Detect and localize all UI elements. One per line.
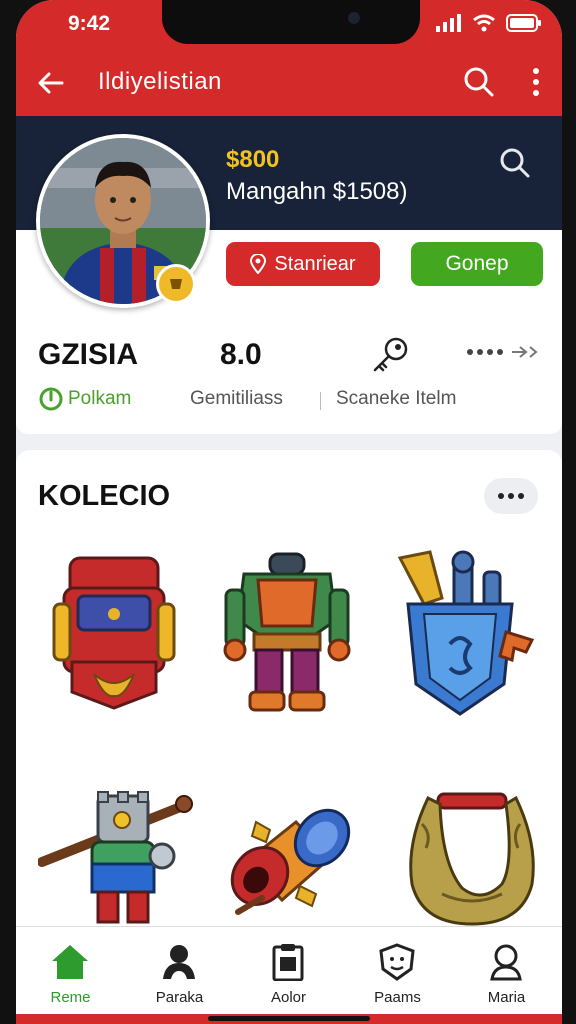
tab-people[interactable]: Paraka: [125, 927, 234, 1015]
signal-icon: [436, 14, 461, 32]
armor-suit-icon[interactable]: [222, 550, 352, 716]
primary-action-button[interactable]: Stanriear: [226, 242, 380, 286]
home-indicator[interactable]: [208, 1016, 370, 1021]
home-indicator-bar: [16, 1014, 562, 1024]
home-icon: [52, 945, 88, 979]
user-circle-icon: [490, 944, 522, 981]
tab-label: Paams: [374, 989, 421, 1006]
level-badge-icon: [156, 264, 196, 304]
stat-label-group: Polkam: [38, 386, 131, 412]
screen: 9:42 Ildiyelistian $800 Mangahn $1508) S…: [16, 0, 562, 1024]
notch: [162, 0, 420, 44]
tab-profile[interactable]: Maria: [452, 927, 561, 1015]
tab-label: Paraka: [155, 989, 204, 1006]
tab-label: Reme: [50, 989, 91, 1006]
stat-value: 8.0: [220, 338, 262, 371]
key-icon[interactable]: [370, 336, 410, 374]
search-icon[interactable]: [462, 65, 496, 99]
camera-icon: [348, 12, 360, 24]
phone-frame: 9:42 Ildiyelistian $800 Mangahn $1508) S…: [0, 0, 576, 1024]
location-pin-icon: [250, 254, 267, 274]
clipboard-icon: [272, 944, 304, 981]
badge-face-icon: [379, 943, 415, 981]
tab-clipboard[interactable]: Aolor: [234, 927, 343, 1015]
status-icons: [436, 14, 542, 32]
profile-subtitle: Mangahn $1508): [226, 178, 408, 205]
knight-warrior-icon[interactable]: [38, 790, 198, 930]
page-title: Ildiyelistian: [98, 68, 222, 95]
backpack-icon[interactable]: [50, 552, 180, 712]
bottom-tab-bar: Reme Paraka Aolor Paams Maria: [16, 926, 562, 1015]
more-arrow-icon[interactable]: [466, 340, 546, 364]
more-vertical-icon[interactable]: [524, 65, 548, 99]
tab-label: Aolor: [270, 989, 307, 1006]
status-time: 9:42: [68, 12, 111, 35]
collection-title: KOLECIO: [38, 480, 171, 512]
stat-label: Scaneke Itelm: [336, 388, 457, 409]
primary-action-label: Stanriear: [274, 252, 356, 275]
more-options-button[interactable]: [484, 478, 538, 514]
status-bar: 9:42: [16, 0, 562, 48]
secondary-action-label: Gonep: [445, 252, 509, 275]
battery-icon: [506, 14, 541, 32]
cannon-icon[interactable]: [226, 802, 356, 922]
person-icon: [163, 945, 195, 979]
divider: [320, 392, 321, 410]
app-bar: Ildiyelistian: [16, 48, 562, 116]
tab-label: Maria: [487, 989, 526, 1006]
tab-home[interactable]: Reme: [16, 927, 125, 1015]
power-icon: [39, 387, 63, 411]
coin-balance: $800: [226, 146, 280, 173]
stat-value: GZISIA: [38, 338, 139, 371]
wifi-icon: [473, 14, 495, 32]
stat-label: Gemitiliass: [190, 388, 283, 409]
secondary-action-button[interactable]: Gonep: [411, 242, 543, 286]
stat-label: Polkam: [68, 388, 132, 409]
tab-badge[interactable]: Paams: [343, 927, 452, 1015]
shield-quiver-icon[interactable]: [394, 548, 540, 718]
search-icon[interactable]: [498, 146, 532, 180]
rope-sling-icon[interactable]: [402, 784, 542, 934]
back-arrow-icon[interactable]: [34, 66, 68, 100]
more-horizontal-icon: [498, 493, 524, 499]
